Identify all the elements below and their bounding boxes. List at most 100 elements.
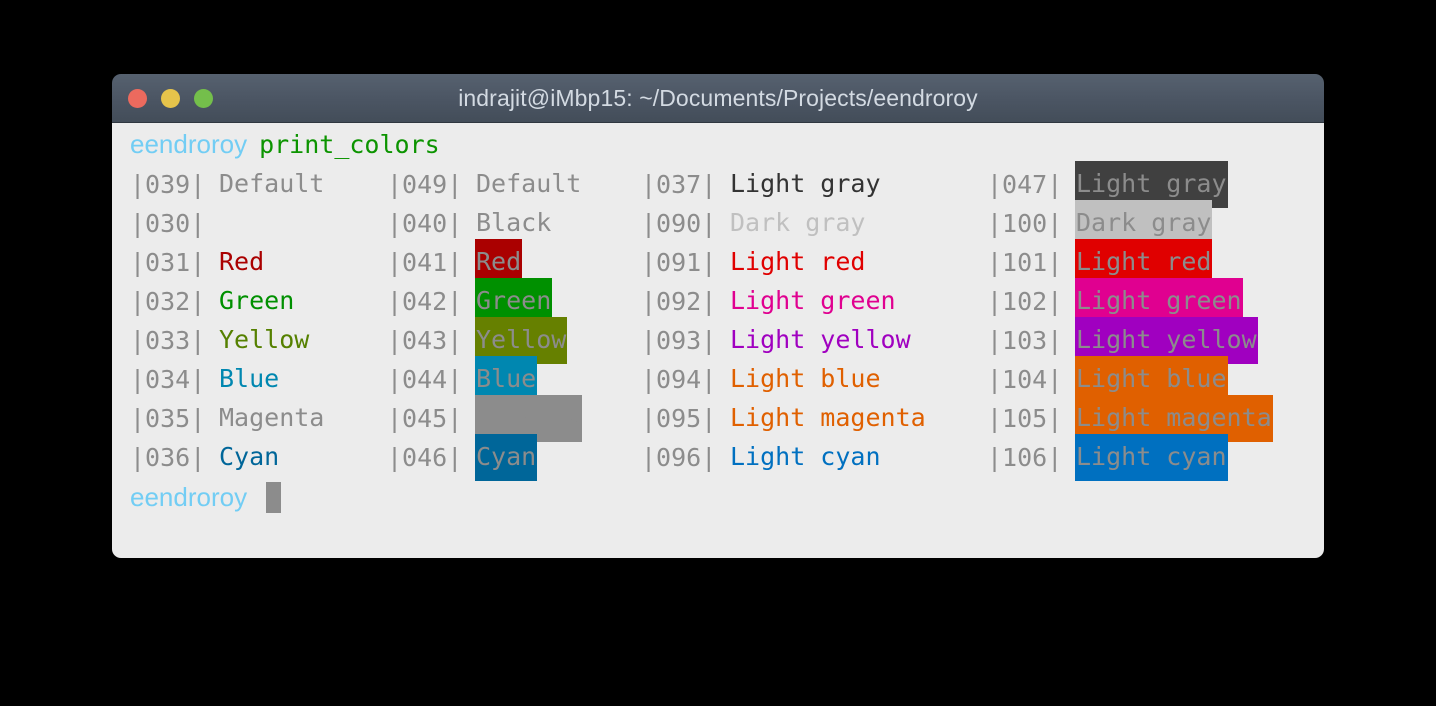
color-cell: |032| Green [130, 282, 295, 321]
color-swatch [218, 224, 220, 232]
terminal-body[interactable]: eendroroy print_colors |039| Default |049… [112, 123, 1324, 558]
color-cell: |096| Light cyan [641, 438, 882, 477]
color-code: |033| [130, 326, 221, 355]
color-swatch: Cyan [219, 442, 280, 471]
color-swatch: Light cyan [730, 442, 881, 471]
table-row: |035| Magenta |045| Magenta |095| Light ma… [130, 395, 1310, 442]
color-code: |100| [987, 209, 1078, 238]
color-cell: |106| Light cyan [987, 434, 1228, 481]
color-code: |042| [387, 287, 478, 316]
color-cell: |094| Light blue [641, 360, 882, 399]
color-cell: |049| Default [387, 165, 582, 204]
table-row: |031| Red |041| Red |091| Light red |101| L… [130, 239, 1310, 286]
color-cell: |035| Magenta [130, 399, 325, 438]
color-cell: |090| Dark gray [641, 204, 866, 243]
color-code: |105| [987, 404, 1078, 433]
table-row: |039| Default |049| Default |037| Light gr… [130, 161, 1310, 208]
table-row: |036| Cyan |046| Cyan |096| Light cyan |106… [130, 434, 1310, 481]
prompt-line-bottom: eendroroy [130, 478, 282, 516]
color-cell: |036| Cyan [130, 438, 280, 477]
color-cell: |040| Black [387, 204, 552, 243]
title-bar[interactable]: indrajit@iMbp15: ~/Documents/Projects/ee… [112, 74, 1324, 123]
color-cell: |043| Yellow [387, 317, 568, 364]
color-cell: |045| Magenta [387, 395, 583, 442]
color-label: Cyan [475, 434, 538, 481]
color-cell: |031| Red [130, 243, 265, 282]
color-swatch: Light cyan [1075, 434, 1228, 481]
traffic-light-group [128, 74, 213, 122]
color-cell: |100| Dark gray [987, 200, 1213, 247]
color-code: |034| [130, 365, 221, 394]
table-row: |034| Blue |044| Blue |094| Light blue |104… [130, 356, 1310, 403]
color-code: |036| [130, 443, 221, 472]
color-code: |043| [387, 326, 478, 355]
color-cell: |034| Blue [130, 360, 280, 399]
color-code: |030| [130, 209, 221, 238]
color-code: |049| [387, 170, 478, 199]
minimize-window-button[interactable] [161, 88, 180, 108]
color-label: Default [218, 161, 325, 208]
prompt-user-top: eendroroy [130, 128, 248, 159]
color-code: |045| [387, 404, 478, 433]
color-code: |032| [130, 287, 221, 316]
color-code: |103| [987, 326, 1078, 355]
table-row: |030| |040| Black |090| Dark gray |100| Da… [130, 200, 1310, 247]
color-cell: |093| Light yellow [641, 321, 912, 360]
color-cell: |037| Light gray [641, 165, 882, 204]
prompt-command: print_colors [259, 129, 440, 159]
color-label: Light cyan [1075, 434, 1228, 481]
table-row: |032| Green |042| Green |092| Light green |… [130, 278, 1310, 325]
terminal-cursor [266, 481, 282, 513]
color-code: |039| [130, 170, 221, 199]
color-code: |094| [641, 365, 732, 394]
color-cell: |033| Yellow [130, 321, 310, 360]
color-cell: |095| Light magenta [641, 399, 927, 438]
color-code: |101| [987, 248, 1078, 277]
color-label: Cyan [218, 434, 280, 481]
color-code: |095| [641, 404, 732, 433]
table-row: |033| Yellow |043| Yellow |093| Light yell… [130, 317, 1310, 364]
color-cell: |103| Light yellow [987, 317, 1258, 364]
color-swatch: Default [219, 169, 325, 198]
color-code: |040| [387, 209, 478, 238]
color-cell: |102| Light green [987, 278, 1243, 325]
color-table: |039| Default |049| Default |037| Light gr… [130, 161, 1310, 481]
color-cell: |046| Cyan [387, 434, 538, 481]
color-code: |035| [130, 404, 221, 433]
color-code: |044| [387, 365, 478, 394]
color-code: |106| [987, 443, 1078, 472]
maximize-window-button[interactable] [194, 88, 213, 108]
color-code: |041| [387, 248, 478, 277]
color-code: |046| [387, 443, 478, 472]
color-code: |093| [641, 326, 732, 355]
color-cell: |030| [130, 204, 220, 243]
color-cell: |101| Light red [987, 239, 1213, 286]
color-code: |091| [641, 248, 732, 277]
color-code: |090| [641, 209, 732, 238]
color-cell: |044| Blue [387, 356, 538, 403]
color-cell: |039| Default [130, 165, 325, 204]
color-code: |031| [130, 248, 221, 277]
color-cell: |042| Green [387, 278, 553, 325]
color-label: Light cyan [729, 434, 882, 481]
color-cell: |105| Light magenta [987, 395, 1273, 442]
color-label [218, 204, 220, 243]
color-cell: |041| Red [387, 239, 523, 286]
color-code: |096| [641, 443, 732, 472]
screen: indrajit@iMbp15: ~/Documents/Projects/ee… [0, 0, 1436, 706]
color-code: |104| [987, 365, 1078, 394]
color-cell: |092| Light green [641, 282, 897, 321]
prompt-line-top: eendroroy print_colors [130, 126, 440, 162]
window-title: indrajit@iMbp15: ~/Documents/Projects/ee… [458, 84, 978, 111]
color-cell: |091| Light red [641, 243, 866, 282]
color-code: |092| [641, 287, 732, 316]
color-code: |102| [987, 287, 1078, 316]
color-code: |047| [987, 170, 1078, 199]
terminal-window: indrajit@iMbp15: ~/Documents/Projects/ee… [112, 74, 1324, 558]
color-cell: |047| Light gray [987, 161, 1228, 208]
color-swatch: Cyan [475, 434, 538, 481]
color-cell: |104| Light blue [987, 356, 1228, 403]
color-code: |037| [641, 170, 732, 199]
close-window-button[interactable] [128, 88, 147, 108]
prompt-user-bottom: eendroroy [130, 481, 248, 512]
